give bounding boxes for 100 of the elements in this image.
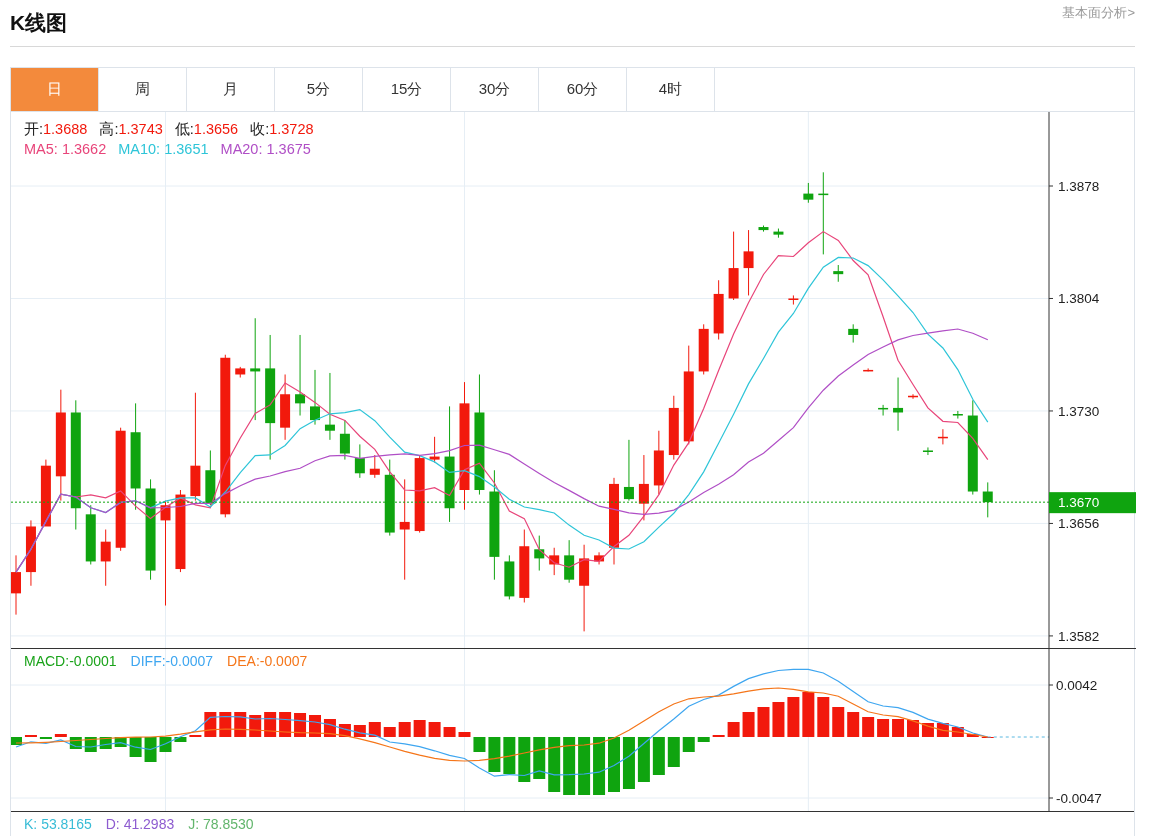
histogram-bar — [727, 722, 740, 737]
candlestick — [235, 366, 246, 378]
macd-legend-value: DEA:-0.0007 — [227, 653, 308, 669]
ohlc-value: 1.3728 — [269, 121, 314, 137]
kdj-legend-value: J: 78.8530 — [188, 816, 254, 832]
candlestick — [11, 554, 21, 616]
histogram-bar — [907, 720, 919, 737]
histogram-bar — [817, 697, 830, 737]
candlestick — [504, 554, 515, 600]
histogram-bar — [892, 719, 905, 737]
histogram-bar — [413, 720, 426, 737]
histogram-bar — [772, 702, 785, 737]
ohlc-value: 1.3743 — [118, 121, 163, 137]
histogram-bar — [966, 734, 979, 737]
candlestick — [25, 519, 36, 587]
histogram-bar — [578, 737, 591, 795]
histogram-bar — [563, 737, 576, 795]
histogram-bar — [667, 737, 680, 767]
candlestick — [429, 436, 440, 464]
histogram-bar — [473, 737, 486, 752]
histogram-bar — [697, 737, 710, 742]
candlestick — [40, 459, 51, 527]
candlestick — [922, 446, 933, 456]
histogram-bar — [622, 737, 635, 789]
ohlc-label: 收: — [250, 121, 270, 137]
candlestick — [668, 395, 679, 461]
histogram-bar — [921, 723, 934, 737]
histogram-bar — [652, 737, 665, 775]
axis-label: 1.3878 — [1058, 179, 1100, 194]
candlestick — [743, 229, 754, 296]
axis-label: 0.0042 — [1056, 678, 1098, 693]
macd-legend-value: MACD:-0.0001 — [24, 653, 117, 669]
candlestick — [952, 410, 963, 420]
histogram-bar — [742, 712, 755, 737]
candlestick — [549, 547, 560, 576]
axis-label: 1.3730 — [1058, 403, 1100, 419]
histogram-bar — [234, 712, 247, 737]
histogram-bar — [787, 697, 800, 737]
histogram-bar — [383, 727, 396, 737]
histogram-bar — [114, 737, 127, 747]
histogram-bar — [637, 737, 650, 782]
histogram-bar — [877, 719, 890, 737]
histogram-bar — [936, 723, 949, 737]
histogram-bar — [11, 737, 22, 745]
candlestick — [758, 225, 769, 233]
axis-label: 1.3804 — [1058, 291, 1100, 307]
histogram-bar — [159, 737, 172, 752]
histogram-bar — [847, 712, 860, 737]
axis-label: 1.3582 — [1058, 628, 1100, 644]
histogram-bar — [458, 732, 471, 737]
axis-label: -0.0047 — [1056, 791, 1102, 806]
histogram-bar — [398, 722, 411, 737]
candlestick — [354, 443, 365, 479]
histogram-bar — [503, 737, 516, 774]
candlestick — [100, 529, 111, 587]
candlestick — [863, 367, 874, 372]
ohlc-label: 高: — [99, 121, 119, 137]
ohlc-value: 1.3688 — [43, 121, 88, 137]
last-price-label: 1.3670 — [1058, 495, 1100, 511]
moving-average-value: MA5: 1.3662 — [24, 141, 107, 157]
candlestick — [564, 539, 575, 584]
candlestick — [803, 182, 814, 204]
candlestick — [324, 372, 335, 441]
candlestick — [893, 377, 904, 432]
candlestick — [908, 393, 918, 400]
histogram-bar — [608, 737, 620, 792]
histogram-bar — [862, 717, 875, 737]
histogram-bar — [279, 712, 292, 737]
candlestick — [937, 428, 948, 445]
moving-average-value: MA20: 1.3675 — [220, 141, 311, 157]
moving-average-value: MA10: 1.3651 — [118, 141, 209, 157]
macd-legend-value: DIFF:-0.0007 — [130, 653, 214, 669]
candlestick — [310, 369, 320, 426]
histogram-bar — [174, 737, 187, 742]
histogram-bar — [443, 727, 456, 737]
candlestick — [788, 294, 799, 306]
histogram-bar — [757, 707, 770, 737]
candlestick — [369, 454, 380, 479]
kdj-legend-value: D: 41.2983 — [105, 816, 175, 832]
candlestick — [848, 323, 859, 344]
histogram-bar — [548, 737, 561, 792]
candlestick — [280, 374, 291, 441]
axis-label: 1.3656 — [1058, 516, 1100, 532]
histogram-bar — [951, 727, 964, 737]
histogram-bar — [518, 737, 531, 782]
candlestick — [713, 279, 724, 340]
histogram-bar — [682, 737, 695, 752]
ohlc-label: 开: — [24, 121, 44, 137]
ohlc-label: 低: — [174, 121, 194, 137]
page-title: K线图 — [10, 10, 68, 36]
histogram-bar — [832, 707, 845, 737]
candlestick — [773, 228, 784, 239]
histogram-bar — [428, 722, 441, 737]
candlestick — [878, 404, 889, 416]
candlestick — [638, 454, 649, 521]
candlestick — [833, 264, 844, 283]
kdj-legend-value: K: 53.8165 — [24, 816, 92, 832]
histogram-bar — [593, 737, 606, 795]
histogram-bar — [294, 713, 307, 737]
histogram-bar — [54, 734, 67, 737]
